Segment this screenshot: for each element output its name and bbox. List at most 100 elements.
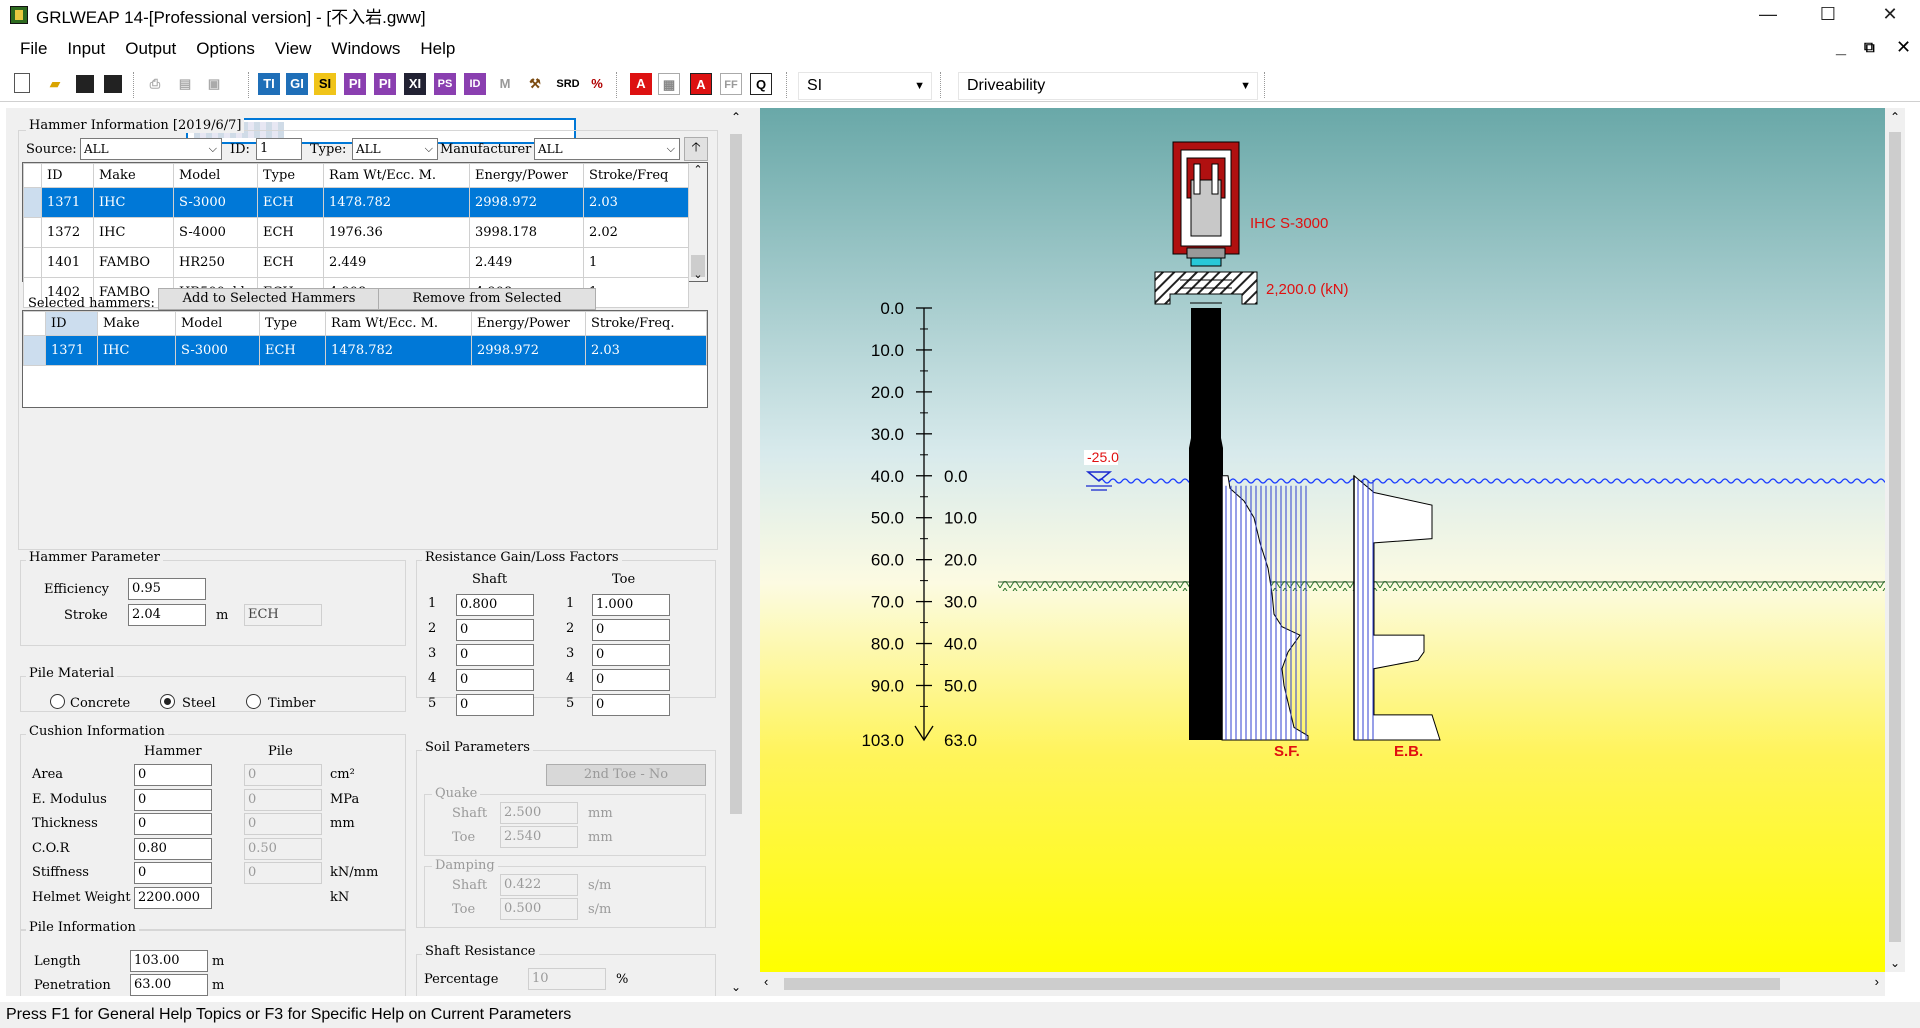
remove-from-selected-button[interactable]: Remove from Selected — [378, 288, 596, 310]
menu-windows[interactable]: Windows — [321, 35, 410, 63]
drawing-vscroll[interactable]: ⌃ ⌄ — [1885, 108, 1905, 972]
cushion-pile-input[interactable]: 0 — [244, 788, 322, 811]
menu-output[interactable]: Output — [115, 35, 186, 63]
toe-factor-input[interactable]: 0 — [592, 669, 670, 691]
damping-toe-input[interactable]: 0.500 — [500, 898, 578, 920]
pile-length-input[interactable]: 103.00 — [130, 950, 208, 972]
status-bar: Press F1 for General Help Topics or F3 f… — [0, 1002, 1920, 1028]
table-row[interactable]: 1401 FAMBO HR250 ECH 2.449 2.449 1 — [23, 247, 689, 278]
steel-radio[interactable] — [160, 694, 175, 709]
chevron-down-icon[interactable]: ⌄ — [689, 268, 707, 281]
chevron-down-icon[interactable]: ⌄ — [1885, 956, 1905, 970]
q-icon[interactable]: Q — [750, 73, 772, 95]
toe-factor-input[interactable]: 0 — [592, 619, 670, 641]
cushion-hammer-input[interactable]: 0 — [134, 862, 212, 884]
maximize-button[interactable]: ☐ — [1798, 0, 1858, 30]
cushion-pile-input[interactable]: 0.50 — [244, 837, 322, 860]
chevron-right-icon[interactable]: › — [1875, 974, 1879, 989]
mdi-close-button[interactable]: ✕ — [1896, 37, 1911, 58]
chevron-left-icon[interactable]: ‹ — [764, 974, 768, 989]
gi-icon[interactable]: GI — [286, 73, 308, 95]
drawing-hscroll[interactable]: ‹ › — [760, 972, 1885, 996]
hammer-icon[interactable]: ⚒ — [524, 73, 546, 95]
chevron-up-icon[interactable]: ⌃ — [689, 163, 707, 176]
shaft-factor-input[interactable]: 0.800 — [456, 594, 534, 616]
print-icon[interactable]: ⎙ — [144, 73, 166, 95]
cushion-hammer-input[interactable]: 0 — [134, 764, 212, 786]
toe-factor-input[interactable]: 0 — [592, 644, 670, 666]
cushion-hammer-input[interactable]: 0 — [134, 813, 212, 835]
cushion-pile-input[interactable]: 0 — [244, 813, 322, 835]
open-folder-icon[interactable]: ▰ — [44, 73, 66, 95]
save-all-icon[interactable] — [104, 75, 122, 93]
ff-icon[interactable]: FF — [720, 73, 742, 95]
timber-radio[interactable] — [246, 694, 261, 709]
table-row[interactable]: 1372 IHC S-4000 ECH 1976.36 3998.178 2.02 — [23, 217, 689, 248]
chevron-up-icon[interactable]: ⌃ — [1885, 110, 1905, 124]
menu-help[interactable]: Help — [410, 35, 465, 63]
stroke-input[interactable]: 2.04 — [128, 604, 206, 626]
id-input[interactable]: 1 — [256, 138, 302, 160]
scroll-thumb[interactable] — [730, 134, 742, 814]
a-red-icon[interactable]: A — [630, 73, 652, 95]
srd-icon[interactable]: SRD — [554, 73, 582, 95]
mi-icon[interactable]: M — [494, 73, 516, 95]
new-file-icon[interactable] — [14, 73, 30, 93]
efficiency-input[interactable]: 0.95 — [128, 578, 206, 600]
percentage-input[interactable]: 10 — [528, 968, 606, 990]
mode-select[interactable]: Driveability ▼ — [958, 72, 1258, 100]
preview-icon[interactable]: ▤ — [174, 73, 196, 95]
mdi-restore-button[interactable]: ⧉ — [1864, 39, 1875, 56]
sort-up-button[interactable]: 🡡 — [684, 137, 708, 161]
depth-tick-label: 70.0 — [871, 593, 904, 612]
shaft-factor-input[interactable]: 0 — [456, 644, 534, 666]
minimize-button[interactable]: — — [1738, 0, 1798, 30]
cushion-pile-input[interactable]: 0 — [244, 862, 322, 884]
xi-icon[interactable]: XI — [404, 73, 426, 95]
shaft-factor-input[interactable]: 0 — [456, 669, 534, 691]
menu-input[interactable]: Input — [57, 35, 115, 63]
table-icon[interactable]: ▦ — [658, 73, 680, 95]
quake-toe-input[interactable]: 2.540 — [500, 826, 578, 848]
add-to-selected-button[interactable]: Add to Selected Hammers — [158, 288, 380, 310]
table-row[interactable]: 1371 IHC S-3000 ECH 1478.782 2998.972 2.03 — [23, 335, 707, 366]
ti-icon[interactable]: TI — [258, 73, 280, 95]
a-outline-icon[interactable]: A — [690, 73, 712, 95]
save-icon[interactable] — [76, 75, 94, 93]
close-button[interactable]: ✕ — [1860, 0, 1920, 30]
table-scrollbar[interactable]: ⌃ ⌄ — [689, 163, 707, 281]
quake-shaft-input[interactable]: 2.500 — [500, 802, 578, 824]
pi-icon[interactable]: PI — [344, 73, 366, 95]
unit-select[interactable]: SI ▼ — [798, 72, 932, 100]
pi2-icon[interactable]: PI — [374, 73, 396, 95]
type-select[interactable]: ALL ⌵ — [352, 138, 438, 160]
ps-icon[interactable]: PS — [434, 73, 456, 95]
menu-view[interactable]: View — [265, 35, 322, 63]
cushion-hammer-input[interactable]: 0 — [134, 788, 212, 811]
cushion-hammer-input[interactable]: 2200.000 — [134, 886, 212, 909]
menu-options[interactable]: Options — [186, 35, 265, 63]
copy-icon[interactable]: ▣ — [203, 73, 225, 95]
second-toe-button[interactable]: 2nd Toe - No — [546, 764, 706, 786]
left-scrollbar[interactable]: ⌃ ⌄ — [726, 108, 746, 996]
penetration-input[interactable]: 63.00 — [130, 974, 208, 996]
shaft-factor-input[interactable]: 0 — [456, 619, 534, 641]
chevron-up-icon[interactable]: ⌃ — [726, 110, 746, 124]
table-row[interactable]: 1371 IHC S-3000 ECH 1478.782 2998.972 2.03 — [23, 187, 689, 218]
cushion-hammer-input[interactable]: 0.80 — [134, 837, 212, 860]
cushion-pile-input[interactable]: 0 — [244, 764, 322, 786]
source-select[interactable]: ALL ⌵ — [80, 138, 222, 160]
manufacturer-select[interactable]: ALL ⌵ — [534, 138, 680, 160]
concrete-radio[interactable] — [50, 694, 65, 709]
id-icon[interactable]: ID — [464, 73, 486, 95]
toe-factor-input[interactable]: 1.000 — [592, 594, 670, 616]
si-icon[interactable]: SI — [314, 73, 336, 95]
chevron-down-icon[interactable]: ⌄ — [726, 980, 746, 994]
menu-file[interactable]: File — [10, 35, 57, 63]
percent-icon[interactable]: % — [586, 73, 608, 95]
splitter[interactable] — [746, 108, 760, 996]
mdi-minimize-button[interactable]: _ — [1836, 37, 1846, 58]
damping-shaft-input[interactable]: 0.422 — [500, 874, 578, 896]
toe-factor-input[interactable]: 0 — [592, 694, 670, 716]
shaft-factor-input[interactable]: 0 — [456, 694, 534, 716]
